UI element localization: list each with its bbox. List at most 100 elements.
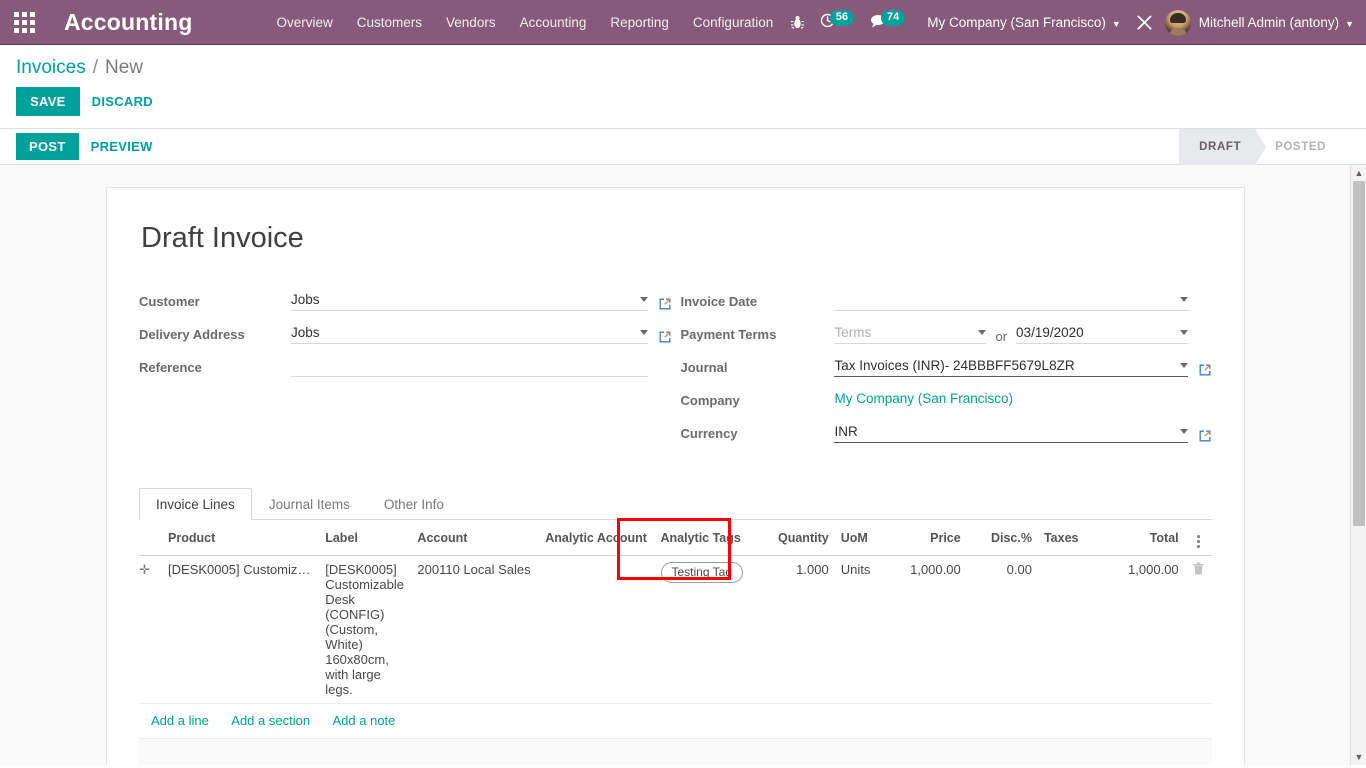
- apps-menu-button[interactable]: [0, 0, 48, 45]
- company-switcher[interactable]: My Company (San Francisco) ▼: [927, 15, 1120, 30]
- add-a-section-button[interactable]: Add a section: [231, 713, 310, 728]
- field-row-journal: Journal Tax Invoices (INR)- 24BBBFF5679L…: [680, 355, 1212, 377]
- journal-field[interactable]: Tax Invoices (INR)- 24BBBFF5679L8ZR: [834, 355, 1188, 377]
- triangle-down-icon[interactable]: ▼: [1351, 749, 1366, 765]
- journal-external-link-icon[interactable]: [1198, 363, 1212, 377]
- control-panel: Invoices / New SAVE DISCARD: [0, 45, 1366, 128]
- menu-vendors[interactable]: Vendors: [434, 0, 508, 45]
- post-button[interactable]: POST: [16, 133, 79, 160]
- cell-discount[interactable]: 0.00: [966, 555, 1038, 704]
- field-row-reference: Reference: [139, 355, 672, 377]
- header-total[interactable]: Total: [1096, 520, 1185, 556]
- chevron-down-icon[interactable]: [640, 296, 649, 302]
- delivery-address-external-link-icon[interactable]: [658, 330, 672, 344]
- currency-field[interactable]: INR: [834, 421, 1188, 443]
- customer-field[interactable]: Jobs: [291, 289, 649, 311]
- scrollbar-thumb[interactable]: [1353, 181, 1365, 526]
- chevron-down-icon: ▼: [1345, 18, 1354, 29]
- invoice-date-field[interactable]: [834, 289, 1188, 311]
- app-brand-title[interactable]: Accounting: [48, 9, 201, 36]
- chevron-down-icon[interactable]: [1180, 362, 1188, 368]
- top-navbar: Accounting Overview Customers Vendors Ac…: [0, 0, 1366, 45]
- tab-invoice-lines[interactable]: Invoice Lines: [139, 488, 252, 520]
- preview-button[interactable]: PREVIEW: [79, 132, 165, 161]
- header-uom[interactable]: UoM: [834, 520, 885, 556]
- statusbar-row: POST PREVIEW DRAFT POSTED: [0, 128, 1366, 165]
- menu-reporting[interactable]: Reporting: [598, 0, 681, 45]
- cell-analytic-tags[interactable]: Testing Tag: [654, 555, 770, 704]
- breadcrumb-separator: /: [92, 57, 98, 78]
- status-posted[interactable]: POSTED: [1255, 129, 1340, 165]
- triangle-up-icon[interactable]: ▲: [1351, 165, 1366, 181]
- header-drag-spacer: [139, 520, 163, 556]
- currency-value: INR: [834, 423, 858, 439]
- header-discount[interactable]: Disc.%: [966, 520, 1038, 556]
- menu-configuration[interactable]: Configuration: [681, 0, 785, 45]
- customer-external-link-icon[interactable]: [658, 297, 672, 311]
- chevron-down-icon[interactable]: [1180, 428, 1188, 434]
- header-analytic-tags[interactable]: Analytic Tags: [654, 520, 770, 556]
- tools-icon[interactable]: [1131, 0, 1159, 45]
- payment-terms-field[interactable]: Terms: [834, 322, 987, 344]
- discard-button[interactable]: DISCARD: [80, 87, 165, 116]
- cell-uom[interactable]: Units: [834, 555, 885, 704]
- save-button[interactable]: SAVE: [16, 87, 80, 116]
- field-row-invoice-date: Invoice Date: [680, 289, 1212, 311]
- menu-accounting[interactable]: Accounting: [508, 0, 599, 45]
- header-product[interactable]: Product: [162, 520, 320, 556]
- breadcrumb-invoices[interactable]: Invoices: [16, 57, 86, 79]
- user-menu[interactable]: Mitchell Admin (antony) ▼: [1164, 9, 1354, 36]
- currency-external-link-icon[interactable]: [1198, 429, 1212, 443]
- chevron-down-icon[interactable]: [1180, 329, 1188, 335]
- table-row[interactable]: ✛ [DESK0005] Customiza… [DESK0005] Custo…: [139, 555, 1212, 704]
- due-date-field[interactable]: 03/19/2020: [1016, 322, 1188, 344]
- status-badge[interactable]: Testing Tag: [660, 562, 743, 583]
- cell-total: 1,000.00: [1096, 555, 1185, 704]
- customer-label: Customer: [139, 294, 200, 309]
- cell-uom-value: Units: [840, 562, 871, 577]
- vertical-dots-icon: [1196, 535, 1200, 548]
- status-draft[interactable]: DRAFT: [1179, 129, 1268, 165]
- cell-taxes[interactable]: [1037, 555, 1097, 704]
- chevron-down-icon[interactable]: [640, 329, 649, 335]
- menu-customers[interactable]: Customers: [345, 0, 434, 45]
- bug-icon[interactable]: [784, 0, 812, 45]
- add-a-note-button[interactable]: Add a note: [333, 713, 396, 728]
- table-header-row: Product Label Account Analytic Account A…: [139, 520, 1212, 556]
- field-row-customer: Customer Jobs: [139, 289, 672, 311]
- header-label[interactable]: Label: [319, 520, 412, 556]
- tab-other-info[interactable]: Other Info: [367, 488, 461, 520]
- field-row-company: Company My Company (San Francisco): [680, 388, 1212, 410]
- header-analytic-account[interactable]: Analytic Account: [539, 520, 655, 556]
- chevron-down-icon[interactable]: [1180, 296, 1188, 302]
- field-row-delivery-address: Delivery Address Jobs: [139, 322, 672, 344]
- header-price[interactable]: Price: [885, 520, 967, 556]
- activities-menu[interactable]: 56: [820, 9, 855, 32]
- vertical-scrollbar[interactable]: ▲ ▼: [1350, 165, 1366, 765]
- delivery-address-value: Jobs: [291, 324, 320, 340]
- chevron-down-icon[interactable]: [978, 329, 987, 335]
- cell-delete[interactable]: [1184, 555, 1212, 704]
- add-a-line-button[interactable]: Add a line: [151, 713, 209, 728]
- tab-journal-items[interactable]: Journal Items: [252, 488, 367, 520]
- optional-columns-button[interactable]: [1184, 520, 1212, 556]
- activities-count-badge: 56: [829, 9, 855, 26]
- cell-quantity[interactable]: 1.000: [769, 555, 835, 704]
- row-drag-handle[interactable]: ✛: [139, 555, 163, 704]
- menu-overview[interactable]: Overview: [265, 0, 345, 45]
- add-row-links: Add a line Add a section Add a note: [139, 704, 1212, 739]
- cell-price[interactable]: 1,000.00: [885, 555, 967, 704]
- company-field: My Company (San Francisco): [834, 388, 1188, 410]
- cell-account[interactable]: 200110 Local Sales: [411, 555, 540, 704]
- reference-field[interactable]: [291, 355, 649, 377]
- delivery-address-field[interactable]: Jobs: [291, 322, 649, 344]
- messages-menu[interactable]: 74: [870, 9, 906, 32]
- header-account[interactable]: Account: [411, 520, 540, 556]
- form-column-right: Invoice Date Payment Terms Terms or 03/1…: [680, 289, 1212, 454]
- cell-analytic-account[interactable]: [539, 555, 655, 704]
- header-quantity[interactable]: Quantity: [769, 520, 835, 556]
- cell-product[interactable]: [DESK0005] Customiza…: [162, 555, 320, 704]
- header-taxes[interactable]: Taxes: [1037, 520, 1097, 556]
- company-value[interactable]: My Company (San Francisco): [834, 391, 1188, 406]
- cell-label[interactable]: [DESK0005] Customizable Desk (CONFIG) (C…: [319, 555, 412, 704]
